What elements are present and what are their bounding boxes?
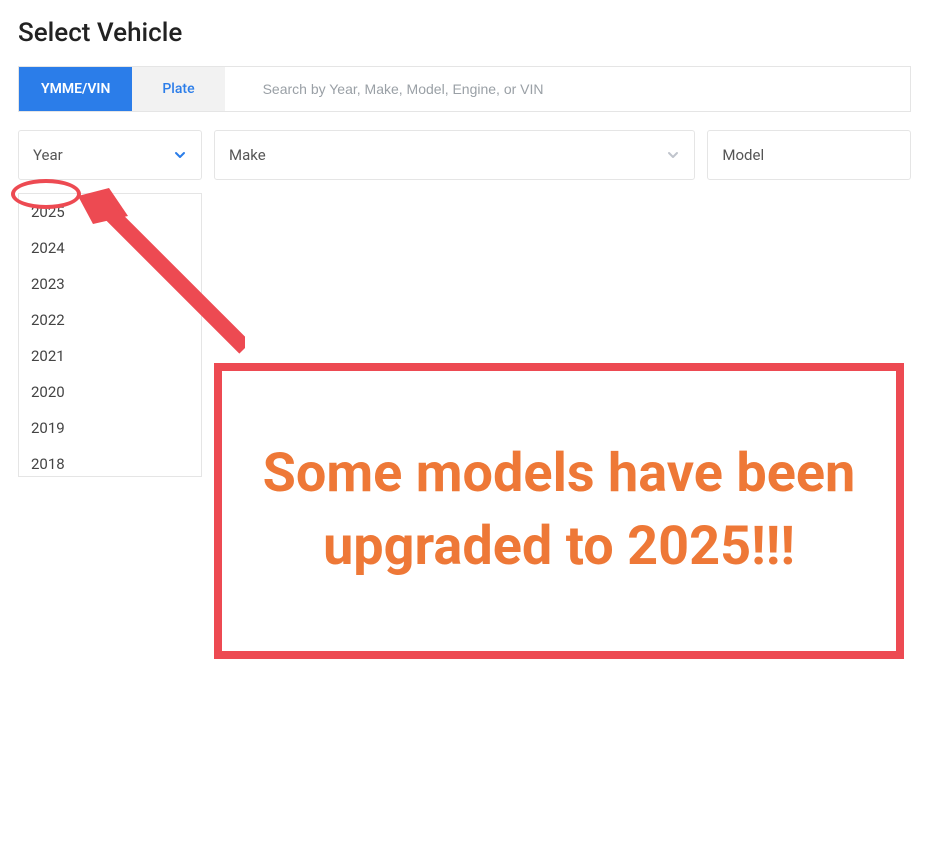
year-option[interactable]: 2025	[19, 194, 201, 230]
annotation-text: Some models have been upgraded to 2025!!…	[252, 438, 866, 584]
year-option[interactable]: 2022	[19, 302, 201, 338]
selectors-row: Year Make Model	[18, 130, 911, 180]
chevron-down-icon	[666, 148, 680, 162]
year-option[interactable]: 2019	[19, 410, 201, 446]
year-dropdown: 20252024202320222021202020192018	[18, 193, 202, 477]
model-selector[interactable]: Model	[707, 130, 911, 180]
year-selector[interactable]: Year	[18, 130, 202, 180]
search-toolbar: YMME/VIN Plate	[18, 66, 911, 112]
search-area	[225, 67, 910, 111]
page-title: Select Vehicle	[0, 0, 929, 48]
tab-plate[interactable]: Plate	[132, 67, 224, 111]
year-selector-label: Year	[33, 146, 63, 164]
model-selector-label: Model	[722, 146, 764, 164]
year-option[interactable]: 2021	[19, 338, 201, 374]
year-option[interactable]: 2024	[19, 230, 201, 266]
year-option[interactable]: 2023	[19, 266, 201, 302]
year-dropdown-scroll[interactable]: 20252024202320222021202020192018	[19, 194, 201, 476]
chevron-down-icon	[173, 148, 187, 162]
make-selector-label: Make	[229, 146, 266, 164]
annotation-callout: Some models have been upgraded to 2025!!…	[214, 363, 904, 659]
tab-ymme-vin[interactable]: YMME/VIN	[19, 67, 132, 111]
year-option[interactable]: 2020	[19, 374, 201, 410]
year-option[interactable]: 2018	[19, 446, 201, 476]
search-input[interactable]	[225, 67, 910, 111]
make-selector[interactable]: Make	[214, 130, 695, 180]
